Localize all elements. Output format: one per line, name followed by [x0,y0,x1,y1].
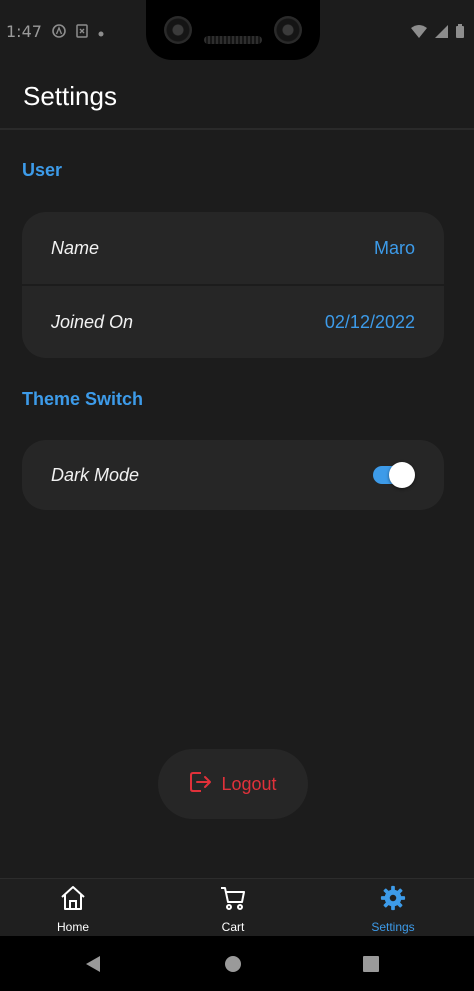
logout-button[interactable]: Logout [158,749,308,819]
signal-icon [435,24,448,43]
dot-icon [98,25,104,40]
nav-item-home[interactable]: Home [18,885,128,934]
name-label: Name [51,237,100,258]
name-row[interactable]: Name Maro [22,212,444,284]
joined-on-label: Joined On [51,311,134,332]
user-info-card: Name Maro Joined On 02/12/2022 [22,212,444,358]
nav-item-cart[interactable]: Cart [178,885,288,934]
app-notification-icon [52,24,66,41]
nav-label-home: Home [56,920,89,934]
logout-label: Logout [221,773,277,794]
joined-on-row[interactable]: Joined On 02/12/2022 [22,284,444,358]
page-title: Settings [23,81,117,111]
status-notification-icons [52,24,104,41]
front-camera-icon [164,16,192,44]
name-value: Maro [373,237,415,258]
joined-on-value: 02/12/2022 [324,311,415,332]
nav-label-settings: Settings [371,920,415,934]
wifi-icon [411,24,427,43]
back-icon[interactable] [84,955,102,978]
camera-notch [146,0,320,60]
front-camera-icon [274,16,302,44]
app-bar: Settings [0,64,474,130]
cart-icon [219,885,247,916]
gear-icon [379,885,407,916]
nav-item-settings[interactable]: Settings [338,885,448,934]
home-icon [59,885,87,916]
home-circle-icon[interactable] [224,955,242,978]
battery-icon [456,24,464,43]
nav-label-cart: Cart [221,920,245,934]
section-title-theme: Theme Switch [22,389,144,409]
recents-icon[interactable] [362,955,380,978]
system-navigation-bar [0,936,474,991]
status-time: 1:47 [6,22,42,41]
dark-mode-row: Dark Mode [22,440,444,510]
status-bar: 1:47 [0,0,474,64]
bottom-navigation: Home Cart Settings [0,878,474,937]
logout-icon [189,771,213,798]
status-system-icons [411,24,464,43]
dark-mode-label: Dark Mode [51,464,140,485]
toggle-knob [389,462,415,488]
dark-mode-toggle[interactable] [373,462,415,488]
speaker-grille [204,36,262,44]
theme-card: Dark Mode [22,440,444,510]
section-title-user: User [22,160,63,180]
download-notification-icon [76,24,88,41]
